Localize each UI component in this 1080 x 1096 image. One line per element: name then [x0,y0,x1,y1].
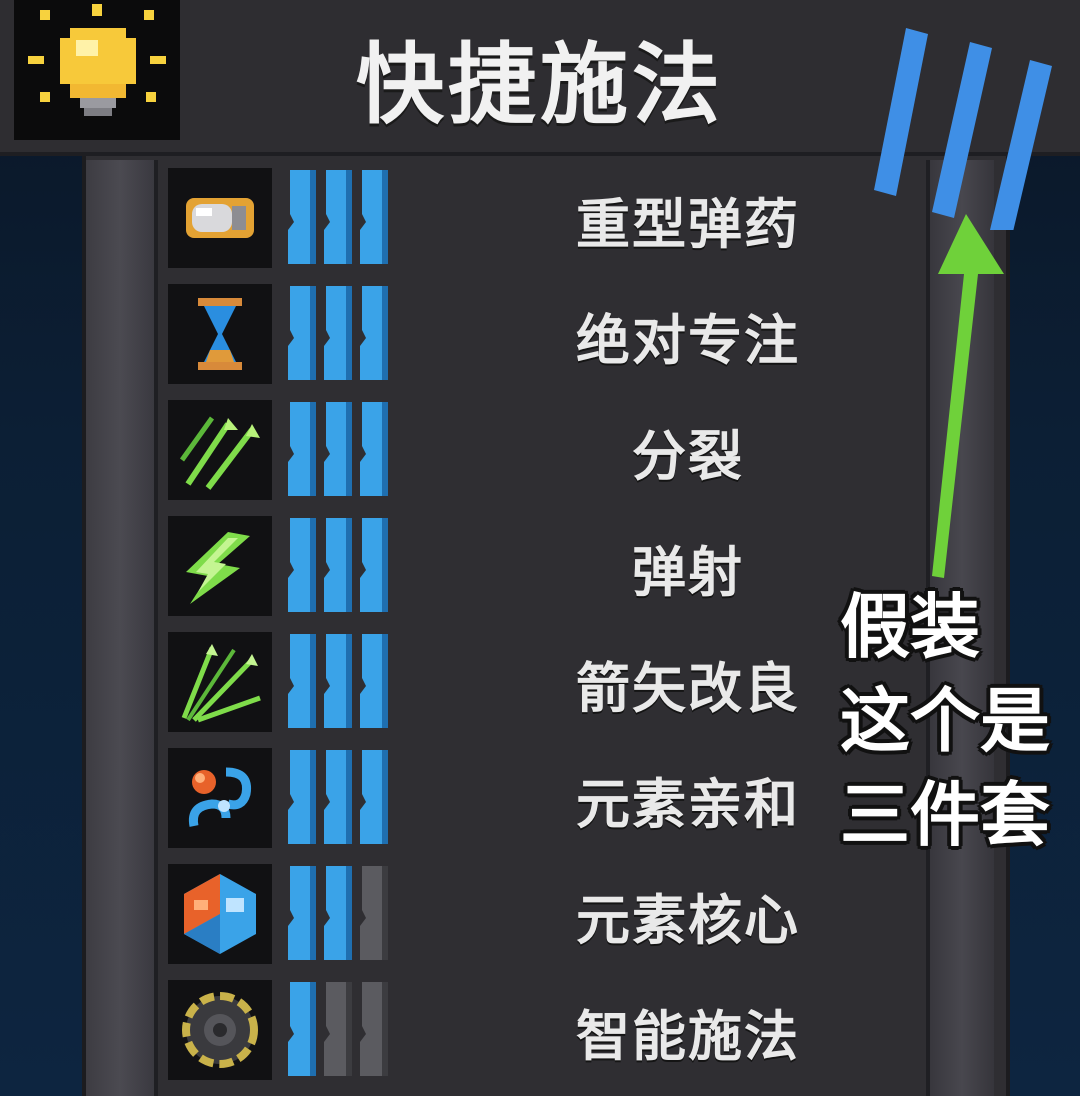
level-pip-filled [358,402,390,496]
element-core-icon [168,864,272,964]
heavy-ammo-icon [168,168,272,268]
level-pip-filled [286,634,318,728]
skill-level-pips [286,284,396,384]
skill-row[interactable]: 分裂 [168,394,908,510]
level-pip-filled [286,982,318,1076]
level-pip-filled [322,634,354,728]
level-pip-filled [322,518,354,612]
skill-level-pips [286,864,396,964]
skill-row[interactable]: 绝对专注 [168,278,908,394]
skill-label: 弹射 [632,541,744,604]
level-pip-filled [322,750,354,844]
skill-level-pips [286,632,396,732]
level-pip-filled [286,170,318,264]
skill-list: 重型弹药绝对专注分裂弹射箭矢改良元素亲和元素核心智能施法 [168,162,908,1090]
skill-level-pips [286,980,396,1080]
annotation-line-3: 三件套 [840,774,1050,856]
smart-cast-gear-icon [168,980,272,1080]
skill-label: 箭矢改良 [576,657,800,720]
annotation-text: 假装 这个是 三件套 [840,580,1070,862]
skill-label: 绝对专注 [576,309,800,372]
level-pip-filled [358,518,390,612]
level-pip-filled [286,518,318,612]
skill-level-pips [286,748,396,848]
skill-row[interactable]: 箭矢改良 [168,626,908,742]
ricochet-icon [168,516,272,616]
annotation-line-1: 假装 [840,586,980,668]
skill-row[interactable]: 元素核心 [168,858,908,974]
split-arrows-icon [168,400,272,500]
level-pip-empty [322,982,354,1076]
level-pip-filled [358,286,390,380]
arrow-upgrade-icon [168,632,272,732]
level-pip-filled [322,866,354,960]
level-pip-filled [286,750,318,844]
level-pip-filled [358,170,390,264]
element-affinity-icon [168,748,272,848]
panel-left-rail [86,160,158,1096]
annotation-line-2: 这个是 [840,680,1050,762]
skill-row[interactable]: 智能施法 [168,974,908,1090]
skill-row[interactable]: 弹射 [168,510,908,626]
level-pip-filled [286,402,318,496]
skill-level-pips [286,168,396,268]
level-pip-filled [358,750,390,844]
green-arrow-annotation [932,214,1004,578]
skill-level-pips [286,400,396,500]
level-pip-filled [322,170,354,264]
skill-label: 智能施法 [576,1005,800,1068]
hourglass-icon [168,284,272,384]
skill-label: 分裂 [632,425,744,488]
skill-label: 元素核心 [576,889,800,952]
level-pip-filled [286,286,318,380]
level-pip-filled [286,866,318,960]
level-pip-filled [322,402,354,496]
level-pip-empty [358,982,390,1076]
skill-row[interactable]: 重型弹药 [168,162,908,278]
skill-label: 元素亲和 [576,773,800,836]
level-pip-filled [358,634,390,728]
skill-level-pips [286,516,396,616]
skill-label: 重型弹药 [576,193,800,256]
level-pip-filled [322,286,354,380]
three-marks-annotation [874,28,1052,230]
level-pip-empty [358,866,390,960]
skill-row[interactable]: 元素亲和 [168,742,908,858]
